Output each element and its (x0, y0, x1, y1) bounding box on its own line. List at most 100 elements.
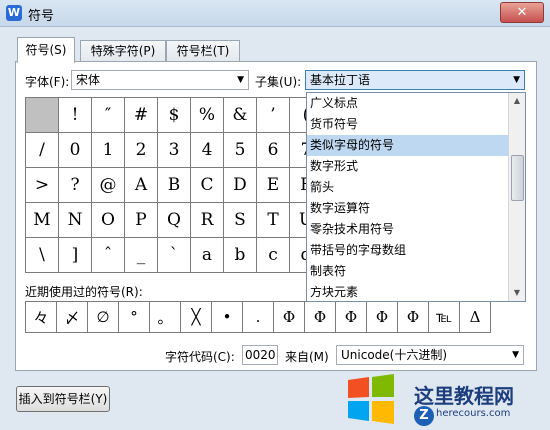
recent-symbol-cell[interactable]: 。 (149, 301, 181, 333)
symbol-cell[interactable]: R (190, 202, 224, 238)
recent-symbol-cell[interactable]: ° (118, 301, 150, 333)
symbol-cell[interactable]: E (256, 167, 290, 203)
from-select-value: Unicode(十六进制) (341, 348, 448, 362)
symbol-cell[interactable]: N (58, 202, 92, 238)
subset-option[interactable]: 带括号的字母数组 (307, 240, 525, 261)
font-select[interactable]: 宋体 ▼ (71, 70, 249, 90)
subset-option[interactable]: 货币符号 (307, 114, 525, 135)
site-watermark: 这里教程网 Z herecours.com (344, 372, 550, 430)
symbol-grid-row: >?@ABCDEF (25, 167, 323, 203)
symbol-cell[interactable] (25, 97, 59, 133)
symbol-cell[interactable]: ″ (91, 97, 125, 133)
recent-symbol-cell[interactable]: Φ (273, 301, 305, 333)
symbol-cell[interactable]: S (223, 202, 257, 238)
symbol-cell[interactable]: # (124, 97, 158, 133)
symbol-cell[interactable]: Q (157, 202, 191, 238)
recent-symbol-cell[interactable]: ╳ (180, 301, 212, 333)
symbol-cell[interactable]: 3 (157, 132, 191, 168)
symbol-cell[interactable]: O (91, 202, 125, 238)
recent-symbol-cell[interactable]: ∅ (87, 301, 119, 333)
subset-option[interactable]: 制表符 (307, 261, 525, 282)
scroll-down-icon[interactable]: ▼ (509, 285, 525, 301)
symbol-cell[interactable]: ’ (256, 97, 290, 133)
tab-special-chars[interactable]: 特殊字符(P) (80, 40, 166, 62)
font-label: 字体(F): (25, 75, 70, 89)
recent-symbol-cell[interactable]: Φ (304, 301, 336, 333)
symbol-cell[interactable]: D (223, 167, 257, 203)
window-title: 符号 (28, 9, 55, 24)
symbol-cell[interactable]: ! (58, 97, 92, 133)
symbol-cell[interactable]: > (25, 167, 59, 203)
symbol-cell[interactable]: $ (157, 97, 191, 133)
symbol-cell[interactable]: C (190, 167, 224, 203)
recent-symbol-cell[interactable]: ℡ (428, 301, 460, 333)
recent-symbol-cell[interactable]: Δ (459, 301, 491, 333)
symbol-cell[interactable]: _ (124, 237, 158, 273)
close-button[interactable]: ✕ (500, 2, 544, 23)
symbol-cell[interactable]: ] (58, 237, 92, 273)
font-select-value: 宋体 (76, 73, 101, 87)
symbol-grid-row: \]ˆ_`abcd (25, 237, 323, 273)
recent-symbol-cell[interactable]: 〆 (56, 301, 88, 333)
chevron-down-icon: ▼ (237, 75, 244, 85)
recent-symbol-cell[interactable]: Φ (397, 301, 429, 333)
app-icon: W (6, 5, 22, 21)
subset-option[interactable]: 零杂技术用符号 (307, 219, 525, 240)
symbol-cell[interactable]: 6 (256, 132, 290, 168)
subset-option[interactable]: 数字运算符 (307, 198, 525, 219)
recent-symbol-cell[interactable]: Φ (335, 301, 367, 333)
recent-symbol-cell[interactable]: 々 (25, 301, 57, 333)
char-code-label: 字符代码(C): (165, 350, 235, 364)
symbol-cell[interactable]: ˆ (91, 237, 125, 273)
symbol-cell[interactable]: / (25, 132, 59, 168)
chevron-down-icon: ▼ (512, 350, 519, 360)
subset-select[interactable]: 基本拉丁语 ▼ (305, 70, 525, 90)
symbol-cell[interactable]: \ (25, 237, 59, 273)
chevron-down-icon: ▼ (513, 75, 520, 85)
symbol-cell[interactable]: % (190, 97, 224, 133)
symbol-cell[interactable]: 0 (58, 132, 92, 168)
watermark-badge: Z (414, 406, 434, 426)
dropdown-scrollbar[interactable]: ▲ ▼ (508, 93, 525, 301)
recent-symbols-label: 近期使用过的符号(R): (25, 285, 143, 299)
symbol-cell[interactable]: B (157, 167, 191, 203)
subset-option[interactable]: 类似字母的符号 (307, 135, 525, 156)
symbol-cell[interactable]: b (223, 237, 257, 273)
symbol-cell[interactable]: M (25, 202, 59, 238)
symbol-cell[interactable]: a (190, 237, 224, 273)
subset-label: 子集(U): (255, 75, 302, 89)
subset-option[interactable]: 箭头 (307, 177, 525, 198)
subset-option[interactable]: 广义标点 (307, 93, 525, 114)
symbol-cell[interactable]: 1 (91, 132, 125, 168)
symbol-grid-row: /01234567 (25, 132, 323, 168)
subset-option[interactable]: 数字形式 (307, 156, 525, 177)
watermark-url: herecours.com (436, 408, 511, 419)
title-bar: W 符号 ✕ (0, 0, 550, 27)
tab-symbol-bar[interactable]: 符号栏(T) (166, 40, 240, 62)
from-label: 来自(M) (285, 350, 329, 364)
symbol-cell[interactable]: & (223, 97, 257, 133)
symbol-cell[interactable]: 5 (223, 132, 257, 168)
symbol-cell[interactable]: c (256, 237, 290, 273)
subset-option[interactable]: 方块元素 (307, 282, 525, 301)
recent-symbol-cell[interactable]: Φ (366, 301, 398, 333)
subset-select-value: 基本拉丁语 (310, 73, 371, 87)
recent-symbol-cell[interactable]: . (242, 301, 274, 333)
symbol-cell[interactable]: @ (91, 167, 125, 203)
symbol-cell[interactable]: P (124, 202, 158, 238)
symbol-cell[interactable]: ` (157, 237, 191, 273)
recent-symbol-cell[interactable]: • (211, 301, 243, 333)
symbol-cell[interactable]: T (256, 202, 290, 238)
tab-symbols[interactable]: 符号(S) (17, 37, 75, 63)
symbol-cell[interactable]: 2 (124, 132, 158, 168)
symbol-cell[interactable]: A (124, 167, 158, 203)
char-code-input[interactable]: 0020 (242, 345, 278, 365)
insert-to-symbol-bar-button[interactable]: 插入到符号栏(Y) (16, 386, 110, 412)
from-select[interactable]: Unicode(十六进制) ▼ (336, 345, 524, 365)
symbol-grid-row: !″#$%&’( (25, 97, 323, 133)
symbol-cell[interactable]: ? (58, 167, 92, 203)
windows-logo-icon (348, 374, 394, 424)
symbol-cell[interactable]: 4 (190, 132, 224, 168)
scrollbar-thumb[interactable] (511, 155, 524, 201)
scroll-up-icon[interactable]: ▲ (509, 93, 525, 109)
